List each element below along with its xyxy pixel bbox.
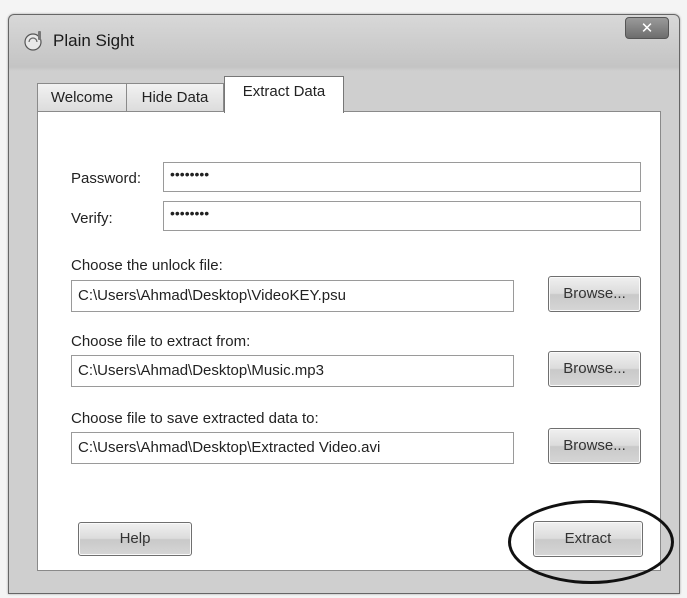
tab-label: Extract Data — [242, 83, 326, 100]
verify-field[interactable]: •••••••• — [163, 201, 641, 231]
extract-from-path-field[interactable]: C:\Users\Ahmad\Desktop\Music.mp3 — [71, 355, 514, 387]
help-button[interactable]: Help — [78, 522, 192, 556]
unlock-file-path-field[interactable]: C:\Users\Ahmad\Desktop\VideoKEY.psu — [71, 280, 514, 312]
browse-save-to-button[interactable]: Browse... — [548, 428, 641, 464]
app-icon — [24, 31, 42, 51]
extract-button[interactable]: Extract — [533, 521, 643, 557]
close-icon: ✕ — [640, 19, 654, 37]
verify-label: Verify: — [71, 210, 113, 227]
extract-label: Extract — [564, 530, 612, 547]
extract-data-panel: Password: •••••••• Verify: •••••••• Choo… — [37, 111, 674, 584]
verify-value: •••••••• — [170, 205, 210, 221]
extract-from-label: Choose file to extract from: — [71, 333, 251, 350]
extract-from-path: C:\Users\Ahmad\Desktop\Music.mp3 — [78, 362, 324, 379]
window-title: Plain Sight — [53, 31, 135, 50]
tab-hide-data[interactable]: Hide Data — [126, 83, 224, 111]
title-bar[interactable]: Plain Sight ✕ — [9, 15, 679, 71]
tab-welcome[interactable]: Welcome — [37, 83, 127, 111]
tab-label: Welcome — [50, 89, 114, 106]
password-field[interactable]: •••••••• — [163, 162, 641, 192]
tab-label: Hide Data — [141, 89, 209, 106]
browse-label: Browse... — [563, 360, 626, 377]
tab-extract-data[interactable]: Extract Data — [224, 76, 344, 113]
unlock-file-label: Choose the unlock file: — [71, 257, 223, 274]
browse-unlock-file-button[interactable]: Browse... — [548, 276, 641, 312]
browse-label: Browse... — [563, 437, 626, 454]
browse-extract-from-button[interactable]: Browse... — [548, 351, 641, 387]
browse-label: Browse... — [563, 285, 626, 302]
close-button[interactable]: ✕ — [625, 17, 669, 39]
save-to-path: C:\Users\Ahmad\Desktop\Extracted Video.a… — [78, 439, 381, 456]
save-to-label: Choose file to save extracted data to: — [71, 410, 319, 427]
password-value: •••••••• — [170, 166, 210, 182]
save-to-path-field[interactable]: C:\Users\Ahmad\Desktop\Extracted Video.a… — [71, 432, 514, 464]
password-label: Password: — [71, 170, 142, 187]
app-window: Plain Sight ✕ Welcome Hide Data Extract … — [8, 14, 680, 594]
unlock-file-path: C:\Users\Ahmad\Desktop\VideoKEY.psu — [78, 287, 346, 304]
help-label: Help — [119, 530, 151, 547]
